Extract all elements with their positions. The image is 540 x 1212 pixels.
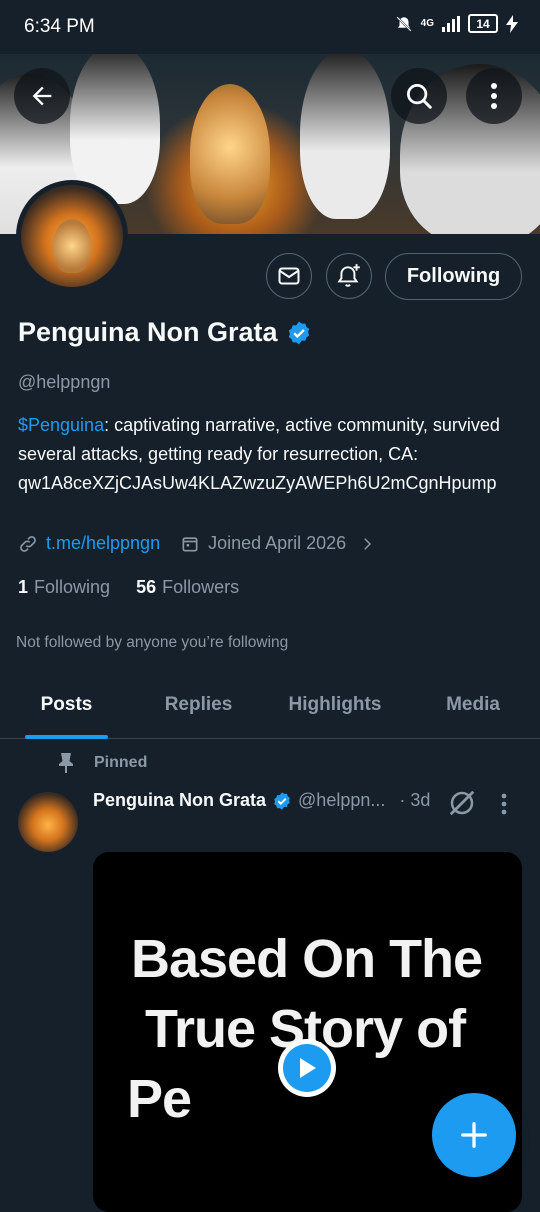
signal-icon: [442, 15, 460, 32]
video-text-line: Based On The: [131, 929, 483, 989]
post-time: · 3d: [399, 790, 431, 810]
search-button[interactable]: [391, 68, 447, 124]
pinned-label: Pinned: [94, 754, 148, 771]
bio-cashtag[interactable]: $Penguina: [18, 415, 104, 435]
chevron-right-icon[interactable]: [358, 535, 376, 553]
following-count: 1: [18, 577, 29, 597]
pinned-label-row: Pinned: [56, 752, 147, 774]
play-button[interactable]: [278, 1039, 336, 1097]
followers-label: Followers: [162, 577, 240, 597]
message-button[interactable]: [266, 253, 312, 299]
followers-count: 56: [136, 577, 157, 597]
post-author-handle[interactable]: @helppn...: [298, 790, 385, 811]
verified-badge-icon: [274, 791, 290, 810]
play-icon: [300, 1058, 316, 1078]
post-author-name[interactable]: Penguina Non Grata: [93, 790, 266, 811]
back-arrow-icon: [32, 86, 52, 106]
status-time: 6:34 PM: [24, 16, 95, 37]
compose-button[interactable]: [432, 1093, 516, 1177]
battery-indicator: 14: [468, 14, 498, 33]
profile-tabs: Posts Replies Highlights Media: [0, 672, 540, 739]
calendar-icon: [182, 536, 198, 551]
grok-icon[interactable]: [447, 788, 477, 818]
profile-name-row: Penguina Non Grata: [18, 317, 312, 348]
link-icon: [20, 535, 36, 552]
following-label: Following: [34, 577, 111, 597]
active-tab-indicator: [25, 735, 108, 739]
video-frame-text: Based On The True Story of Pe: [127, 924, 483, 1134]
post-header: Penguina Non Grata @helppn... · 3d: [93, 790, 430, 811]
plus-icon: [461, 1122, 487, 1148]
follow-counts: 1 Following 56 Followers: [18, 577, 239, 598]
profile-link[interactable]: t.me/helppngn: [46, 533, 160, 554]
envelope-icon: [278, 267, 300, 285]
following-button[interactable]: Following: [385, 253, 522, 300]
joined-date: Joined April 2026: [208, 533, 347, 553]
network-label: 4G: [420, 18, 434, 29]
pin-icon: [59, 753, 73, 773]
post-author-avatar[interactable]: [18, 792, 78, 852]
display-name: Penguina Non Grata: [18, 317, 278, 347]
profile-bio: $Penguina: captivating narrative, active…: [18, 411, 526, 498]
mute-notifications-icon: [396, 15, 412, 32]
tab-replies[interactable]: Replies: [148, 672, 249, 738]
status-icons: 4G 14: [395, 14, 518, 33]
banner-penguin: [300, 54, 390, 219]
profile-avatar-frame[interactable]: [16, 180, 128, 292]
verified-badge-icon[interactable]: [286, 320, 312, 346]
more-vertical-icon: [491, 83, 497, 109]
tab-media[interactable]: Media: [425, 672, 521, 738]
tab-posts[interactable]: Posts: [14, 672, 119, 738]
tab-highlights[interactable]: Highlights: [275, 672, 395, 738]
followers-count-link[interactable]: 56 Followers: [136, 577, 239, 598]
more-options-button[interactable]: [466, 68, 522, 124]
post-more-icon[interactable]: [500, 792, 508, 816]
profile-meta: t.me/helppngn Joined April 2026: [18, 533, 376, 554]
profile-handle: @helppngn: [18, 372, 111, 392]
profile-avatar: [21, 185, 123, 287]
following-count-link[interactable]: 1 Following: [18, 577, 110, 598]
notifications-button[interactable]: [326, 253, 372, 299]
back-button[interactable]: [14, 68, 70, 124]
status-bar: 6:34 PM 4G 14: [0, 0, 540, 54]
not-followed-note: Not followed by anyone you’re following: [16, 634, 289, 651]
charging-icon: [506, 14, 518, 33]
search-icon: [407, 84, 432, 109]
bell-plus-icon: [337, 264, 360, 287]
banner-chick: [190, 84, 270, 224]
